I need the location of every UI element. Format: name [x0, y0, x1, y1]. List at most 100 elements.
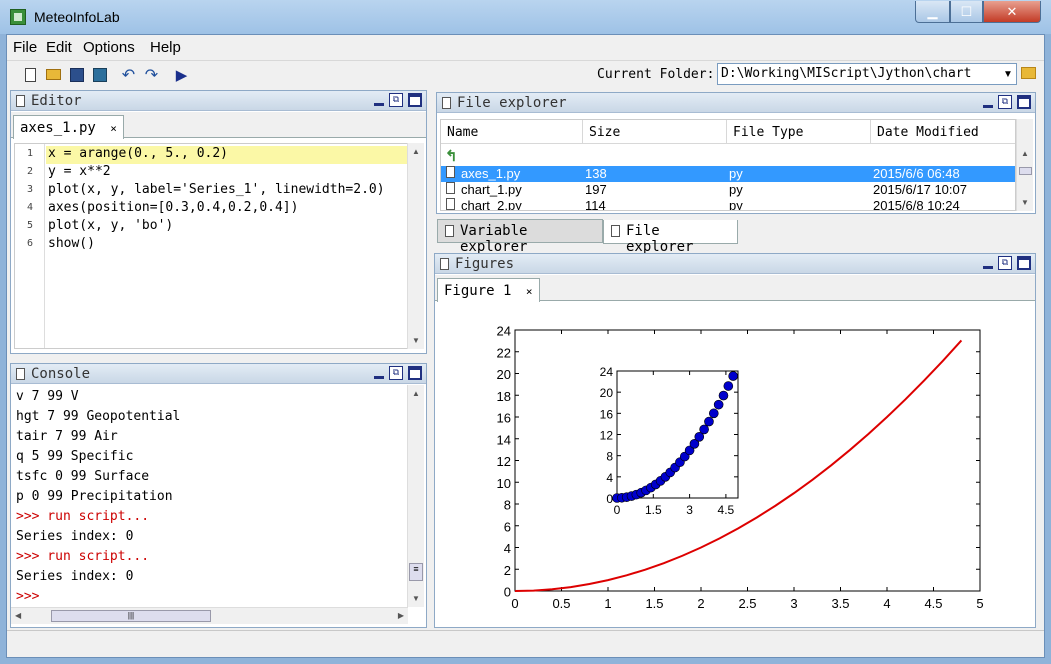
document-icon	[16, 95, 25, 107]
editor-scrollbar[interactable]: ▲ ▼	[407, 143, 424, 349]
line-number: 6	[26, 238, 34, 249]
file-type: py	[729, 182, 743, 197]
tab-variable-explorer[interactable]: Variable explorer	[437, 219, 603, 255]
column-date-modified[interactable]: Date Modified	[871, 120, 1015, 144]
x-tick-label: 4.5	[924, 596, 942, 611]
document-icon	[445, 225, 454, 237]
scroll-down-icon[interactable]: ▼	[408, 594, 424, 603]
menu-options[interactable]: Options	[83, 39, 135, 56]
tab-file-explorer[interactable]: File explorer	[603, 220, 738, 255]
file-row[interactable]: axes_1.py 138 py 2015/6/6 06:48	[441, 166, 1015, 182]
close-button[interactable]: ✕	[983, 1, 1041, 23]
file-type: py	[729, 166, 743, 181]
x-tick-label: 1	[604, 596, 611, 611]
file-explorer-header: File explorer ⧉	[437, 93, 1035, 113]
line-number: 3	[26, 184, 34, 195]
scroll-down-icon[interactable]: ▼	[408, 336, 424, 345]
column-size[interactable]: Size	[583, 120, 727, 144]
y-tick-label: 22	[497, 345, 511, 360]
console-hscrollbar[interactable]: ◀ ||| ▶	[11, 607, 408, 624]
x-tick-label: 3.5	[831, 596, 849, 611]
redo-icon[interactable]: ↷	[143, 66, 160, 84]
window-title: MeteoInfoLab	[34, 9, 120, 25]
y-tick-label: 0	[504, 585, 511, 600]
save-all-icon[interactable]	[91, 66, 108, 83]
scroll-left-icon[interactable]: ◀	[15, 611, 21, 620]
line-number: 4	[26, 202, 34, 213]
column-name[interactable]: Name	[441, 120, 583, 144]
scroll-up-icon[interactable]: ▲	[408, 389, 424, 398]
scroll-thumb[interactable]: ≡	[409, 563, 423, 581]
tab-axes-1-py[interactable]: axes_1.py ×	[13, 115, 124, 139]
console-scrollbar[interactable]: ▲ ≡ ▼	[407, 385, 424, 607]
run-icon[interactable]: ▶	[173, 66, 190, 84]
menu-help[interactable]: Help	[150, 39, 181, 56]
scatter-point	[713, 399, 724, 410]
scatter-point	[708, 408, 719, 419]
console-line: Series index: 0	[16, 569, 134, 584]
menu-bar: File Edit Options Help	[7, 35, 1044, 59]
panel-minimize-icon[interactable]	[374, 102, 384, 106]
x-tick-label: 2.5	[738, 596, 756, 611]
panel-float-icon[interactable]: ⧉	[389, 366, 403, 380]
console-line: tair 7 99 Air	[16, 429, 118, 444]
tab-close-icon[interactable]: ×	[110, 122, 117, 135]
column-file-type[interactable]: File Type	[727, 120, 871, 144]
scroll-up-icon[interactable]: ▲	[408, 147, 424, 156]
tab-close-icon[interactable]: ×	[526, 285, 533, 298]
new-file-icon[interactable]	[22, 66, 39, 83]
hscroll-thumb[interactable]: |||	[51, 610, 211, 622]
y-tick-label: 20	[600, 386, 614, 400]
y-tick-label: 16	[497, 411, 511, 426]
code-area[interactable]: 1 x = arange(0., 5., 0.2) 2 y = x**2 3 plot(x…	[14, 143, 408, 349]
file-explorer-panel: File explorer ⧉ Name Size File Type Date…	[436, 92, 1036, 214]
file-scrollbar[interactable]: ▲ ▼	[1016, 119, 1033, 211]
panel-maximize-icon[interactable]	[408, 366, 422, 380]
figures-title: Figures	[455, 256, 515, 272]
file-row[interactable]: chart_1.py 197 py 2015/6/17 10:07	[441, 182, 1015, 198]
save-icon[interactable]	[68, 66, 85, 83]
browse-folder-icon[interactable]	[1021, 67, 1036, 79]
console-title: Console	[31, 366, 91, 382]
undo-icon[interactable]: ↶	[120, 66, 137, 84]
scroll-right-icon[interactable]: ▶	[398, 611, 404, 620]
current-folder-select[interactable]: D:\Working\MIScript\Jython\chart	[717, 63, 1017, 85]
panel-maximize-icon[interactable]	[1017, 95, 1031, 109]
console-output[interactable]: v 7 99 V hgt 7 99 Geopotential tair 7 99 A…	[11, 385, 408, 607]
figures-header: Figures ⧉	[435, 254, 1035, 274]
code-text: x = arange(0., 5., 0.2)	[48, 146, 229, 161]
scroll-down-icon[interactable]: ▼	[1017, 198, 1033, 207]
panel-minimize-icon[interactable]	[983, 265, 993, 269]
menu-edit[interactable]: Edit	[46, 39, 72, 56]
tab-label: axes_1.py	[20, 120, 96, 136]
scroll-thumb[interactable]	[1019, 167, 1032, 175]
x-tick-label: 0	[511, 596, 518, 611]
document-icon	[16, 368, 25, 380]
minimize-button[interactable]: ▁	[915, 1, 950, 23]
x-tick-label: 4	[883, 596, 890, 611]
x-tick-label: 1.5	[645, 503, 662, 517]
panel-float-icon[interactable]: ⧉	[998, 256, 1012, 270]
maximize-button[interactable]: ☐	[950, 1, 983, 23]
editor-title: Editor	[31, 93, 82, 109]
panel-minimize-icon[interactable]	[983, 104, 993, 108]
open-folder-icon[interactable]	[45, 66, 62, 83]
panel-maximize-icon[interactable]	[1017, 256, 1031, 270]
x-tick-label: 1.5	[645, 596, 663, 611]
menu-file[interactable]: File	[13, 39, 37, 56]
y-tick-label: 8	[606, 450, 613, 464]
tab-label: Variable explorer	[460, 223, 528, 255]
panel-float-icon[interactable]: ⧉	[389, 93, 403, 107]
chevron-down-icon[interactable]: ▼	[999, 63, 1017, 85]
scroll-up-icon[interactable]: ▲	[1017, 149, 1033, 158]
console-line: v 7 99 V	[16, 389, 79, 404]
panel-minimize-icon[interactable]	[374, 375, 384, 379]
figure-canvas: 0 0.5 1 1.5 2 2.5 3 3.5 4 4.5 50246810121416182022…	[497, 324, 984, 612]
y-tick-label: 18	[497, 389, 511, 404]
parent-folder-icon[interactable]: ↰	[445, 147, 458, 165]
document-icon	[611, 225, 620, 237]
file-row[interactable]: chart_2.py 114 py 2015/6/8 10:24	[441, 198, 1015, 210]
tab-figure-1[interactable]: Figure 1 ×	[437, 278, 540, 302]
panel-float-icon[interactable]: ⧉	[998, 95, 1012, 109]
panel-maximize-icon[interactable]	[408, 93, 422, 107]
